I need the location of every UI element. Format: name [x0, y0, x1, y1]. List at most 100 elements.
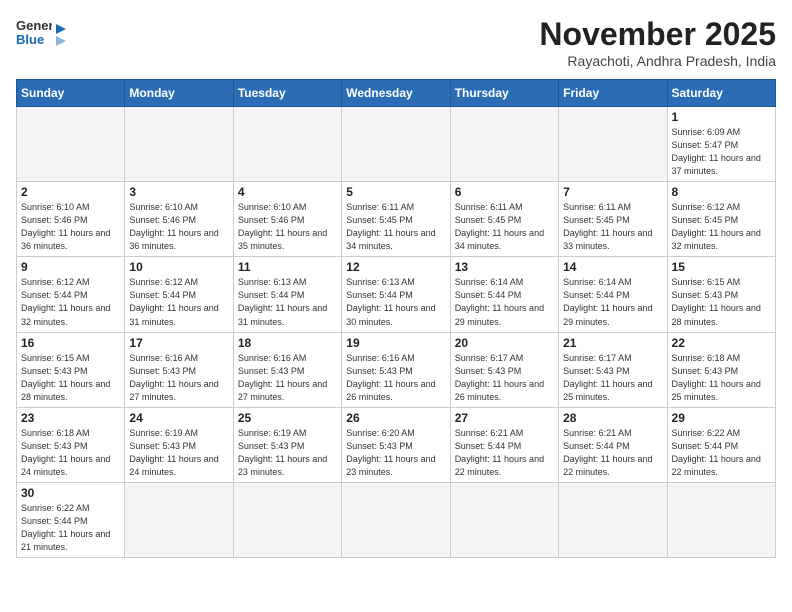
day-info: Sunrise: 6:22 AMSunset: 5:44 PMDaylight:… [672, 427, 771, 479]
calendar-cell [342, 482, 450, 557]
calendar-cell: 29Sunrise: 6:22 AMSunset: 5:44 PMDayligh… [667, 407, 775, 482]
location-subtitle: Rayachoti, Andhra Pradesh, India [539, 53, 776, 69]
day-number: 3 [129, 185, 228, 199]
weekday-header: Wednesday [342, 80, 450, 107]
day-info: Sunrise: 6:16 AMSunset: 5:43 PMDaylight:… [238, 352, 337, 404]
calendar-cell: 3 Sunrise: 6:10 AMSunset: 5:46 PMDaylight… [125, 182, 233, 257]
day-number: 7 [563, 185, 662, 199]
day-number: 6 [455, 185, 554, 199]
calendar-cell: 13Sunrise: 6:14 AMSunset: 5:44 PMDayligh… [450, 257, 558, 332]
day-info: Sunrise: 6:13 AMSunset: 5:44 PMDaylight:… [238, 276, 337, 328]
calendar-cell: 19 Sunrise: 6:16 AMSunset: 5:43 PMDayligh… [342, 332, 450, 407]
day-number: 15 [672, 260, 771, 274]
day-info: Sunrise: 6:10 AMSunset: 5:46 PMDaylight:… [21, 201, 120, 253]
calendar-cell: 7Sunrise: 6:11 AMSunset: 5:45 PMDaylight… [559, 182, 667, 257]
calendar-cell: 4Sunrise: 6:10 AMSunset: 5:46 PMDaylight… [233, 182, 341, 257]
day-number: 10 [129, 260, 228, 274]
day-number: 13 [455, 260, 554, 274]
day-info: Sunrise: 6:16 AMSunset: 5:43 PMDaylight:… [129, 352, 228, 404]
calendar-table: SundayMondayTuesdayWednesdayThursdayFrid… [16, 79, 776, 558]
calendar-cell: 9 Sunrise: 6:12 AMSunset: 5:44 PMDaylight… [17, 257, 125, 332]
day-info: Sunrise: 6:10 AMSunset: 5:46 PMDaylight:… [129, 201, 228, 253]
day-info: Sunrise: 6:17 AMSunset: 5:43 PMDaylight:… [563, 352, 662, 404]
calendar-cell: 22 Sunrise: 6:18 AMSunset: 5:43 PMDayligh… [667, 332, 775, 407]
title-block: November 2025 Rayachoti, Andhra Pradesh,… [539, 16, 776, 69]
day-info: Sunrise: 6:18 AMSunset: 5:43 PMDaylight:… [21, 427, 120, 479]
logo-wrap: General Blue [16, 16, 72, 52]
calendar-cell: 1 Sunrise: 6:09 AMSunset: 5:47 PMDaylight… [667, 107, 775, 182]
calendar-cell: 17 Sunrise: 6:16 AMSunset: 5:43 PMDayligh… [125, 332, 233, 407]
day-info: Sunrise: 6:18 AMSunset: 5:43 PMDaylight:… [672, 352, 771, 404]
day-number: 25 [238, 411, 337, 425]
weekday-header: Saturday [667, 80, 775, 107]
day-number: 26 [346, 411, 445, 425]
calendar-cell: 2Sunrise: 6:10 AMSunset: 5:46 PMDaylight… [17, 182, 125, 257]
weekday-header: Thursday [450, 80, 558, 107]
day-number: 22 [672, 336, 771, 350]
calendar-cell: 5Sunrise: 6:11 AMSunset: 5:45 PMDaylight… [342, 182, 450, 257]
calendar-cell [125, 482, 233, 557]
calendar-cell [342, 107, 450, 182]
day-number: 21 [563, 336, 662, 350]
calendar-cell [17, 107, 125, 182]
calendar-week-row: 30 Sunrise: 6:22 AMSunset: 5:44 PMDayligh… [17, 482, 776, 557]
calendar-cell: 25 Sunrise: 6:19 AMSunset: 5:43 PMDayligh… [233, 407, 341, 482]
calendar-cell: 12Sunrise: 6:13 AMSunset: 5:44 PMDayligh… [342, 257, 450, 332]
day-number: 1 [672, 110, 771, 124]
calendar-week-row: 16Sunrise: 6:15 AMSunset: 5:43 PMDayligh… [17, 332, 776, 407]
weekday-header: Sunday [17, 80, 125, 107]
page-header: General Blue November 2025 Rayachoti, An… [16, 16, 776, 69]
logo-arrow-icon [54, 16, 72, 52]
calendar-week-row: 23 Sunrise: 6:18 AMSunset: 5:43 PMDayligh… [17, 407, 776, 482]
day-number: 17 [129, 336, 228, 350]
day-number: 20 [455, 336, 554, 350]
calendar-cell: 16Sunrise: 6:15 AMSunset: 5:43 PMDayligh… [17, 332, 125, 407]
month-title: November 2025 [539, 16, 776, 53]
weekday-header-row: SundayMondayTuesdayWednesdayThursdayFrid… [17, 80, 776, 107]
day-number: 18 [238, 336, 337, 350]
day-number: 19 [346, 336, 445, 350]
calendar-cell [450, 107, 558, 182]
calendar-cell [559, 107, 667, 182]
calendar-cell [559, 482, 667, 557]
day-info: Sunrise: 6:16 AMSunset: 5:43 PMDaylight:… [346, 352, 445, 404]
calendar-cell: 8Sunrise: 6:12 AMSunset: 5:45 PMDaylight… [667, 182, 775, 257]
calendar-cell: 26Sunrise: 6:20 AMSunset: 5:43 PMDayligh… [342, 407, 450, 482]
day-info: Sunrise: 6:12 AMSunset: 5:44 PMDaylight:… [21, 276, 120, 328]
calendar-cell: 30 Sunrise: 6:22 AMSunset: 5:44 PMDayligh… [17, 482, 125, 557]
calendar-week-row: 2Sunrise: 6:10 AMSunset: 5:46 PMDaylight… [17, 182, 776, 257]
calendar-cell: 14 Sunrise: 6:14 AMSunset: 5:44 PMDayligh… [559, 257, 667, 332]
day-number: 9 [21, 260, 120, 274]
calendar-week-row: 1 Sunrise: 6:09 AMSunset: 5:47 PMDaylight… [17, 107, 776, 182]
logo-svg: General Blue [16, 16, 52, 52]
calendar-cell: 11 Sunrise: 6:13 AMSunset: 5:44 PMDayligh… [233, 257, 341, 332]
day-number: 5 [346, 185, 445, 199]
calendar-cell: 23 Sunrise: 6:18 AMSunset: 5:43 PMDayligh… [17, 407, 125, 482]
day-number: 14 [563, 260, 662, 274]
day-info: Sunrise: 6:12 AMSunset: 5:44 PMDaylight:… [129, 276, 228, 328]
calendar-cell [233, 482, 341, 557]
calendar-cell: 21 Sunrise: 6:17 AMSunset: 5:43 PMDayligh… [559, 332, 667, 407]
day-info: Sunrise: 6:14 AMSunset: 5:44 PMDaylight:… [563, 276, 662, 328]
calendar-cell [667, 482, 775, 557]
day-info: Sunrise: 6:19 AMSunset: 5:43 PMDaylight:… [238, 427, 337, 479]
day-number: 24 [129, 411, 228, 425]
day-number: 16 [21, 336, 120, 350]
calendar-week-row: 9 Sunrise: 6:12 AMSunset: 5:44 PMDaylight… [17, 257, 776, 332]
day-number: 28 [563, 411, 662, 425]
svg-text:General: General [16, 18, 52, 33]
day-info: Sunrise: 6:12 AMSunset: 5:45 PMDaylight:… [672, 201, 771, 253]
calendar-cell: 18 Sunrise: 6:16 AMSunset: 5:43 PMDayligh… [233, 332, 341, 407]
day-number: 23 [21, 411, 120, 425]
weekday-header: Tuesday [233, 80, 341, 107]
calendar-cell: 24Sunrise: 6:19 AMSunset: 5:43 PMDayligh… [125, 407, 233, 482]
day-number: 30 [21, 486, 120, 500]
day-info: Sunrise: 6:22 AMSunset: 5:44 PMDaylight:… [21, 502, 120, 554]
day-info: Sunrise: 6:10 AMSunset: 5:46 PMDaylight:… [238, 201, 337, 253]
day-number: 11 [238, 260, 337, 274]
calendar-cell: 6 Sunrise: 6:11 AMSunset: 5:45 PMDaylight… [450, 182, 558, 257]
day-info: Sunrise: 6:13 AMSunset: 5:44 PMDaylight:… [346, 276, 445, 328]
day-info: Sunrise: 6:09 AMSunset: 5:47 PMDaylight:… [672, 126, 771, 178]
day-info: Sunrise: 6:11 AMSunset: 5:45 PMDaylight:… [455, 201, 554, 253]
calendar-cell [450, 482, 558, 557]
